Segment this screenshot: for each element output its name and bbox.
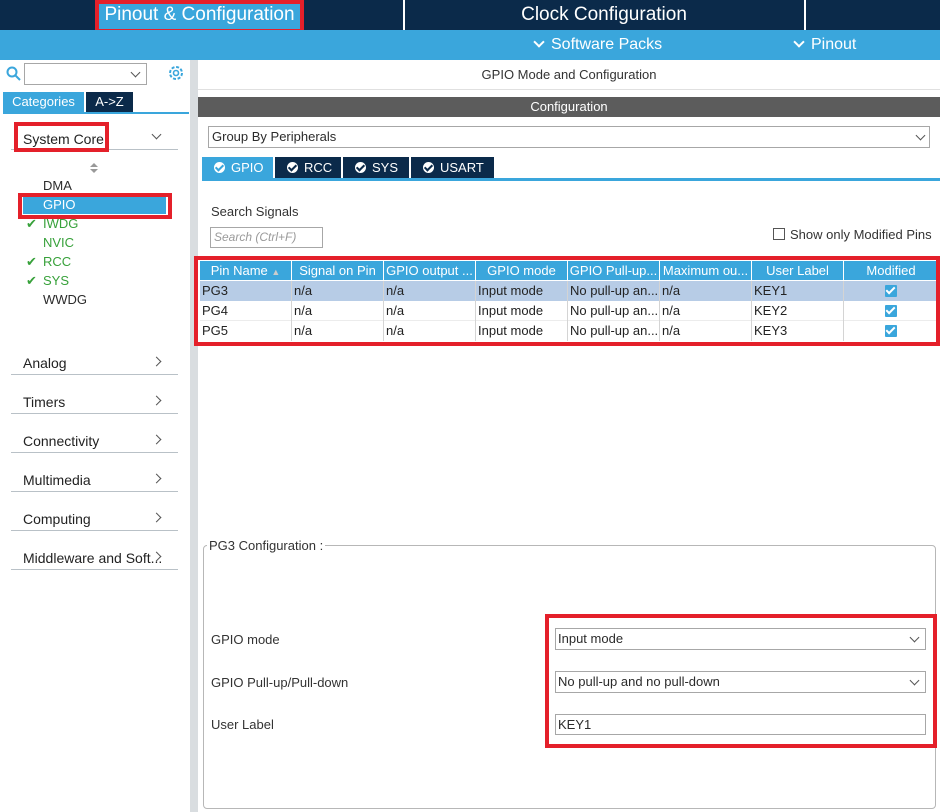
section-multimedia[interactable]: Multimedia xyxy=(11,467,178,492)
section-label: Multimedia xyxy=(23,472,91,488)
section-middleware[interactable]: Middleware and Soft... xyxy=(11,545,178,570)
check-circle-icon xyxy=(214,162,225,173)
tab-sys[interactable]: SYS xyxy=(343,157,409,178)
software-packs-label: Software Packs xyxy=(551,36,663,53)
sort-icon xyxy=(90,163,98,173)
gpio-mode-label: GPIO mode xyxy=(211,632,280,647)
subcat-iwdg[interactable]: IWDG xyxy=(43,215,78,233)
section-timers[interactable]: Timers xyxy=(11,389,178,414)
search-signals-label: Search Signals xyxy=(211,204,299,219)
subcat-sys[interactable]: SYS xyxy=(43,272,69,290)
chevron-down-icon xyxy=(130,67,141,78)
section-connectivity[interactable]: Connectivity xyxy=(11,428,178,453)
tab-label: SYS xyxy=(372,160,399,175)
subcat-rcc[interactable]: RCC xyxy=(43,253,71,271)
gpio-mode-header: GPIO Mode and Configuration xyxy=(198,60,940,90)
chevron-right-icon xyxy=(151,356,162,367)
chevron-down-icon xyxy=(793,36,805,48)
gear-icon[interactable] xyxy=(167,64,185,82)
check-icon: ✔ xyxy=(26,254,37,269)
configuration-header: Configuration xyxy=(198,97,940,117)
chevron-right-icon xyxy=(151,434,162,445)
chevron-right-icon xyxy=(151,512,162,523)
chevron-down-icon xyxy=(151,129,162,140)
software-packs-menu[interactable]: Software Packs xyxy=(533,30,663,60)
tab-underline xyxy=(202,178,940,181)
section-computing[interactable]: Computing xyxy=(11,506,178,531)
highlight-pin-config xyxy=(545,614,937,748)
subcat-nvic[interactable]: NVIC xyxy=(43,234,74,252)
pin-config-title: PG3 Configuration : xyxy=(207,538,326,553)
section-label: Connectivity xyxy=(23,433,100,449)
section-label: Timers xyxy=(23,394,66,410)
subcat-wwdg[interactable]: WWDG xyxy=(43,291,87,309)
check-icon: ✔ xyxy=(26,273,37,288)
gpio-pull-label: GPIO Pull-up/Pull-down xyxy=(211,675,349,690)
show-modified-label: Show only Modified Pins xyxy=(790,227,932,242)
category-search-input[interactable] xyxy=(24,63,147,85)
top-divider xyxy=(804,0,806,30)
chevron-right-icon xyxy=(151,473,162,484)
section-label: Analog xyxy=(23,355,67,371)
section-label: Computing xyxy=(23,511,91,527)
tab-gpio[interactable]: GPIO xyxy=(202,157,273,178)
section-label: Middleware and Soft... xyxy=(23,550,163,566)
search-icon[interactable] xyxy=(6,66,22,82)
user-label-label: User Label xyxy=(211,717,274,732)
highlight-system-core xyxy=(14,122,109,152)
pinout-label: Pinout xyxy=(811,36,857,53)
highlight-pinout-tab xyxy=(95,0,304,33)
check-circle-icon xyxy=(355,162,366,173)
tab-usart[interactable]: USART xyxy=(411,157,494,178)
highlight-pin-table xyxy=(194,256,940,346)
chevron-right-icon xyxy=(151,395,162,406)
check-icon: ✔ xyxy=(26,216,37,231)
chevron-down-icon xyxy=(533,36,545,48)
sub-navigation-bar: Software Packs Pinout xyxy=(0,30,940,60)
tab-label: USART xyxy=(440,160,484,175)
check-circle-icon xyxy=(287,162,298,173)
tab-a-to-z[interactable]: A->Z xyxy=(86,92,133,112)
tab-label: RCC xyxy=(304,160,333,175)
tab-categories[interactable]: Categories xyxy=(3,92,84,112)
tab-clock-configuration[interactable]: Clock Configuration xyxy=(405,0,803,30)
pinout-menu[interactable]: Pinout xyxy=(793,30,857,60)
panel-splitter[interactable] xyxy=(190,60,198,812)
section-analog[interactable]: Analog xyxy=(11,350,178,375)
group-by-value: Group By Peripherals xyxy=(212,129,337,144)
group-by-select[interactable]: Group By Peripherals xyxy=(208,126,930,148)
chevron-down-icon xyxy=(915,130,926,141)
tab-label: GPIO xyxy=(231,160,264,175)
category-tab-underline xyxy=(3,112,189,114)
show-modified-checkbox[interactable] xyxy=(773,228,785,240)
check-circle-icon xyxy=(423,162,434,173)
tab-rcc[interactable]: RCC xyxy=(275,157,341,178)
search-signals-input[interactable]: Search (Ctrl+F) xyxy=(210,227,323,248)
highlight-gpio xyxy=(18,193,172,219)
